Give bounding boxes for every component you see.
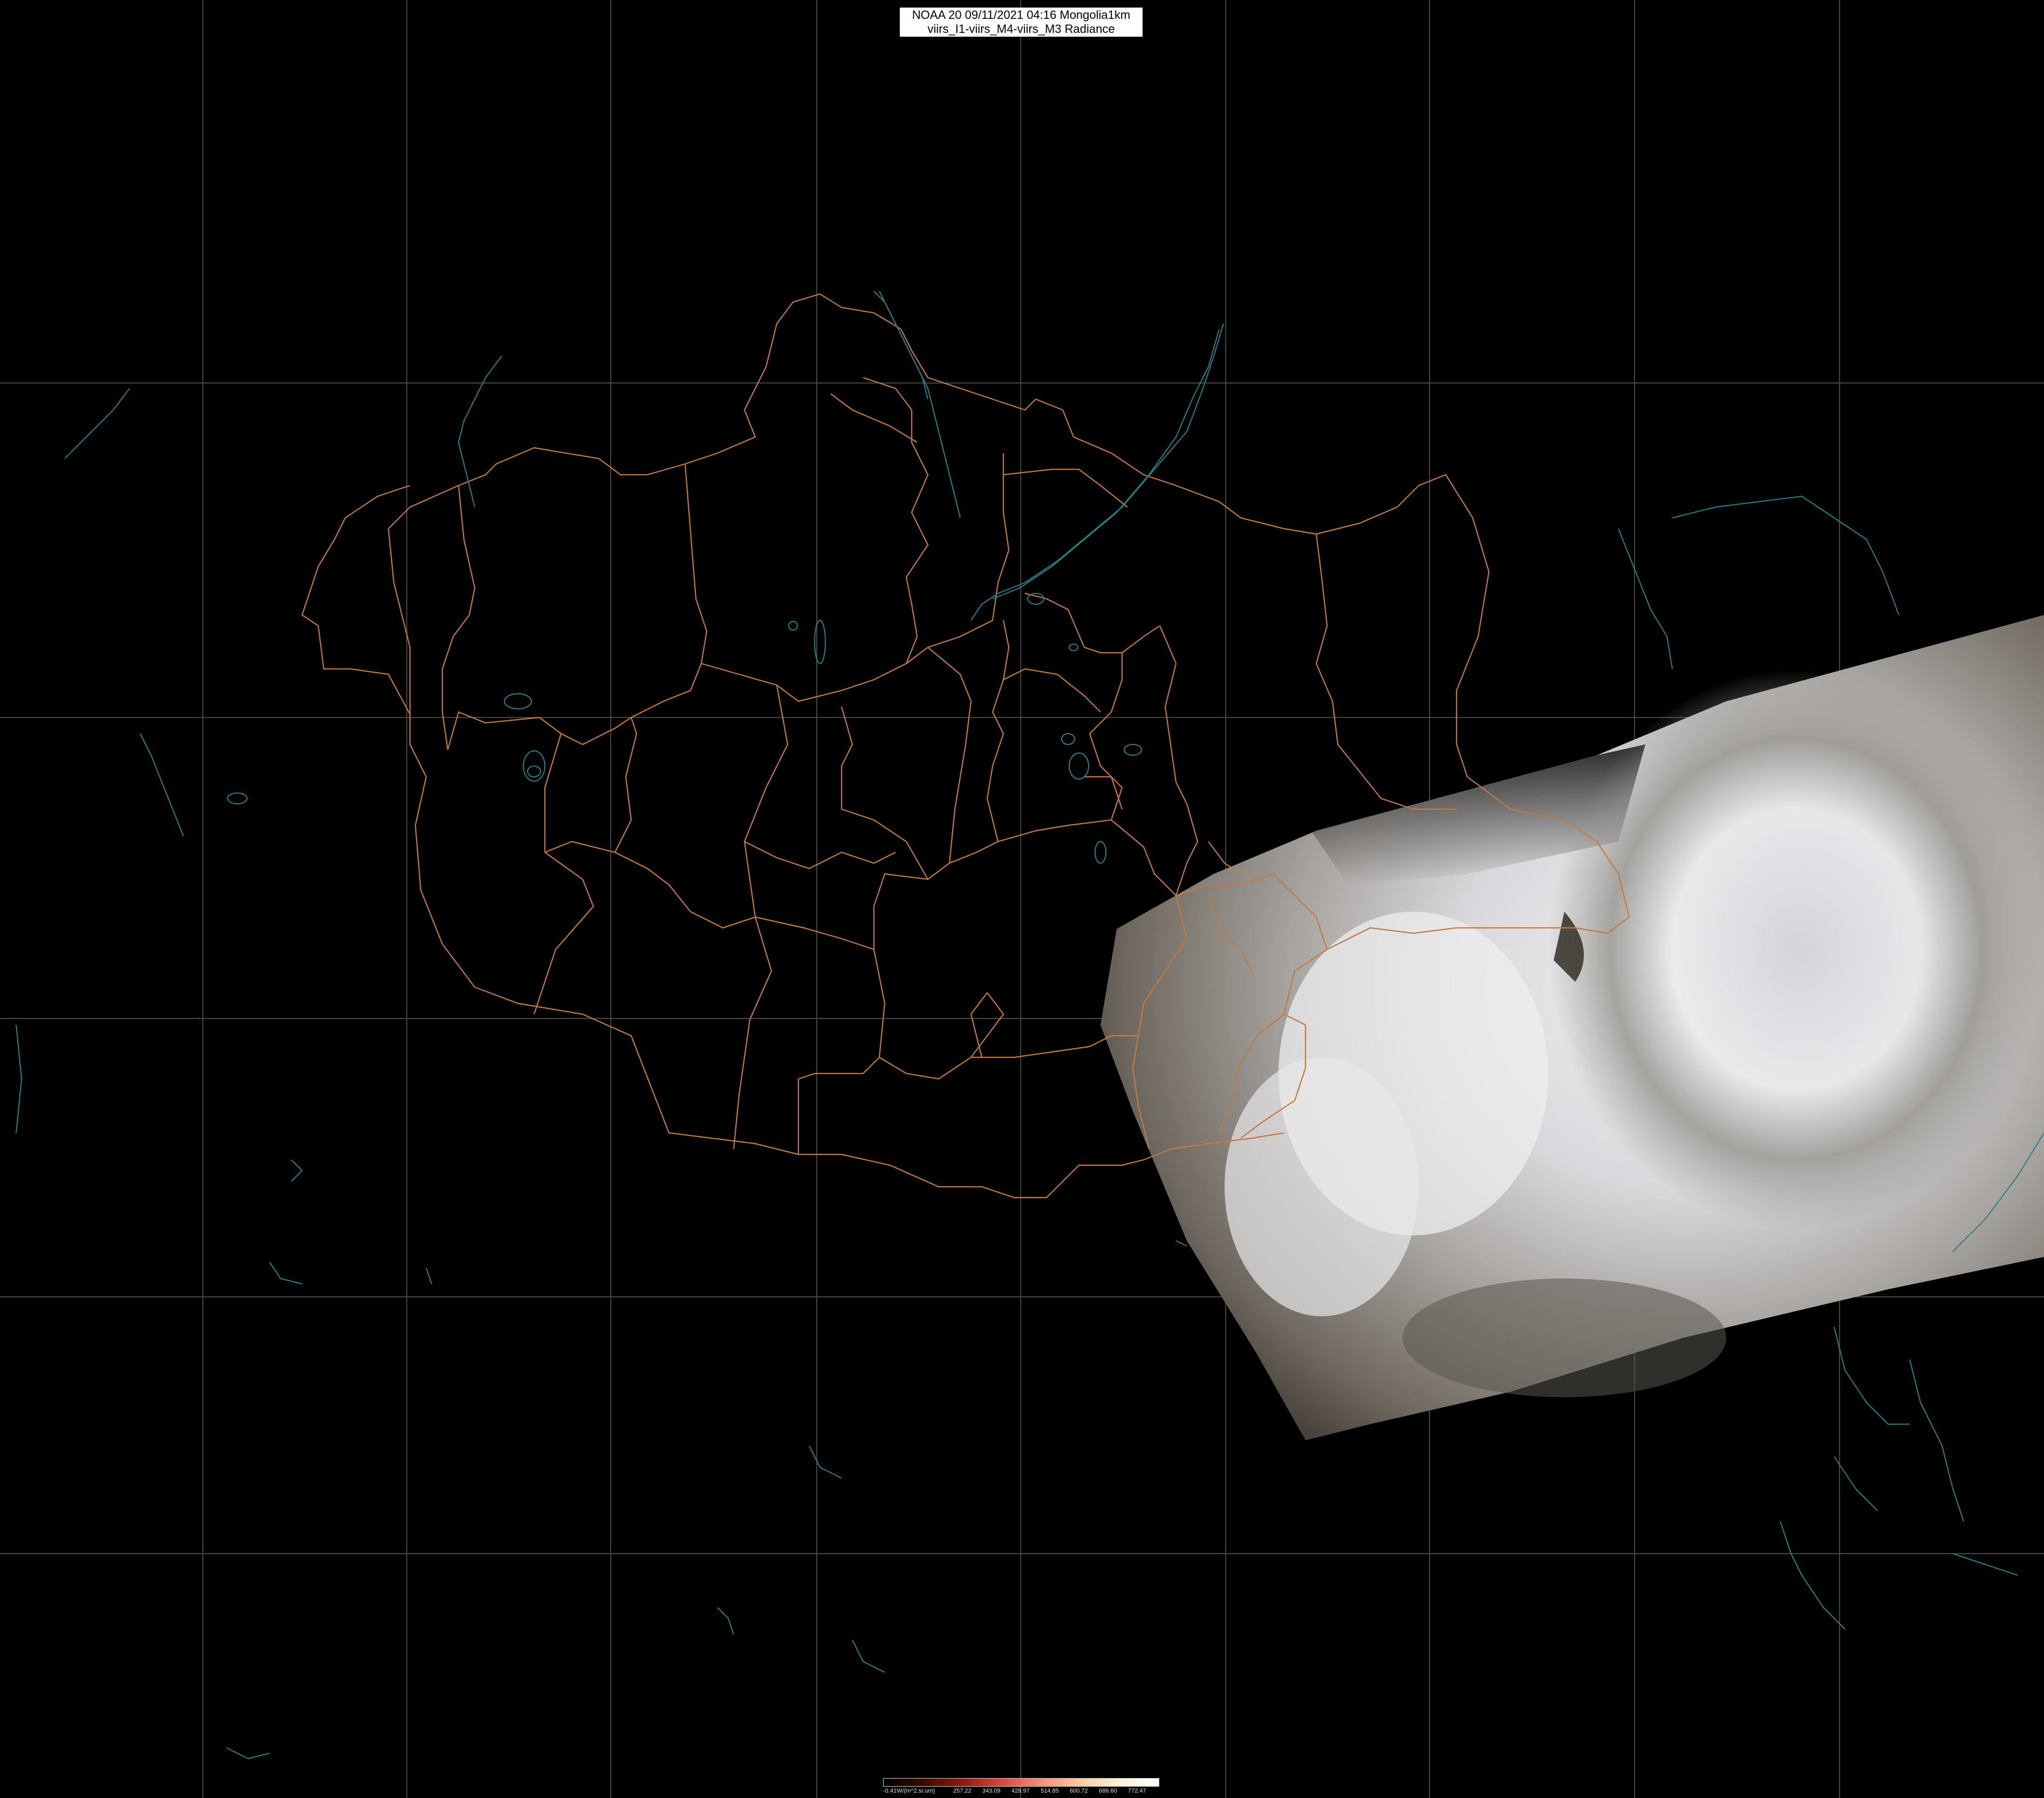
map-markers	[291, 1159, 1187, 1247]
colorbar-label: 343.09	[982, 1788, 1001, 1794]
image-title: NOAA 20 09/11/2021 04:16 Mongolia1km vii…	[900, 8, 1143, 37]
colorbar-label: 686.60	[1099, 1788, 1117, 1794]
colorbar-labels: -0.41W/(m^2.sr.um) 257.22 343.09 428.97 …	[883, 1788, 1159, 1795]
title-line-1: NOAA 20 09/11/2021 04:16 Mongolia1km	[912, 8, 1131, 22]
title-line-2: viirs_I1-viirs_M4-viirs_M3 Radiance	[927, 22, 1115, 36]
lakes	[227, 593, 1142, 864]
colorbar-label: 428.97	[1011, 1788, 1030, 1794]
colorbar-label: 772.47	[1128, 1788, 1146, 1794]
colorbar-label: -0.41W/(m^2.sr.um)	[883, 1788, 935, 1794]
colorbar-gradient	[883, 1778, 1159, 1787]
satellite-map	[0, 0, 2044, 1798]
colorbar-label: 257.22	[953, 1788, 972, 1794]
colorbar-legend: -0.41W/(m^2.sr.um) 257.22 343.09 428.97 …	[883, 1778, 1159, 1795]
colorbar-label: 600.72	[1070, 1788, 1088, 1794]
satellite-swath	[1100, 615, 2044, 1440]
colorbar-label: 514.85	[1041, 1788, 1059, 1794]
